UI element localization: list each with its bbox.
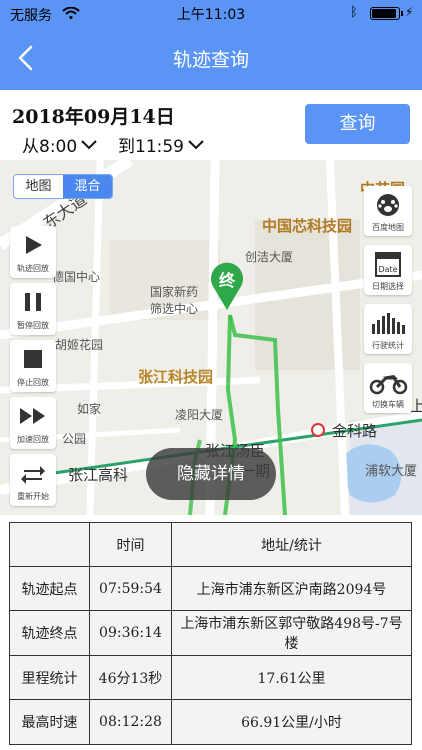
row-label: 里程统计 — [9, 655, 90, 700]
switch-vehicle-label: 切换车辆 — [372, 400, 404, 409]
clock: 上午11:03 — [176, 7, 246, 23]
bluetooth-icon: ᛒ — [350, 5, 358, 20]
poi-label: 中国芯科技园 — [262, 217, 353, 235]
date-label[interactable]: 2018年09月14日 — [12, 102, 175, 129]
table-header-cell — [9, 522, 90, 567]
poi-label: 德国中心 — [52, 270, 101, 284]
poi-label: 金科路 — [332, 422, 378, 440]
baidu-map-button[interactable]: 百度地图 — [364, 186, 412, 236]
toggle-mixed[interactable]: 混合 — [63, 175, 112, 198]
to-time-picker[interactable]: 到11:59 — [118, 132, 205, 157]
row-time: 09:36:14 — [89, 610, 172, 656]
row-label: 轨迹起点 — [9, 566, 90, 611]
end-marker[interactable]: 终 — [207, 260, 247, 312]
playback-button[interactable]: 轨迹回放 — [10, 226, 56, 278]
speed-up-button[interactable]: 加速回放 — [10, 397, 56, 449]
pause-icon — [25, 293, 41, 311]
driving-stats-label: 行驶统计 — [372, 341, 404, 350]
row-info: 上海市浦东新区沪南路2094号 — [171, 566, 412, 611]
switch-vehicle-button[interactable]: 切换车辆 — [364, 363, 412, 413]
hide-details-button[interactable]: 隐藏详情 — [146, 448, 276, 500]
to-time-label: 到11:59 — [118, 137, 184, 157]
date-select-label: 日期选择 — [372, 282, 404, 291]
query-button[interactable]: 查询 — [305, 104, 410, 144]
pause-label: 暂停回放 — [17, 321, 49, 330]
row-time: 08:12:28 — [89, 699, 172, 745]
restart-icon — [21, 466, 45, 484]
charging-icon: ⚡ — [405, 5, 414, 19]
fast-forward-icon — [20, 408, 45, 424]
table-row: 最高时速 08:12:28 66.91公里/小时 — [9, 699, 412, 745]
poi-label: 浦软大厦 — [365, 464, 418, 479]
play-icon — [26, 236, 42, 254]
table-header-row: 时间 地址/统计 — [9, 522, 412, 567]
row-label: 轨迹终点 — [9, 610, 90, 656]
chevron-down-icon — [188, 139, 204, 149]
chevron-down-icon — [81, 139, 97, 149]
baidu-map-label: 百度地图 — [372, 223, 404, 232]
poi-label: 国家新药 — [150, 285, 199, 299]
battery-icon — [370, 7, 403, 20]
row-info: 上海市浦东新区郭守敬路498号-7号楼 — [171, 610, 412, 656]
calendar-icon: Date — [375, 252, 401, 277]
table-header-cell: 地址/统计 — [171, 522, 412, 567]
poi-label: 凌阳大厦 — [175, 408, 224, 422]
from-time-label: 从8:00 — [22, 137, 78, 157]
poi-label: 公园 — [62, 432, 87, 446]
poi-label: 胡姬花园 — [55, 338, 104, 352]
table-row: 轨迹终点 09:36:14 上海市浦东新区郭守敬路498号-7号楼 — [9, 610, 412, 656]
stop-label: 停止回放 — [17, 378, 49, 387]
map-type-toggle[interactable]: 地图 混合 — [13, 174, 113, 199]
poi-label: 张江高科 — [68, 466, 129, 484]
svg-text:Date: Date — [378, 265, 397, 274]
track-stats-table: 时间 地址/统计 轨迹起点 07:59:54 上海市浦东新区沪南路2094号 轨… — [9, 522, 412, 745]
row-label: 最高时速 — [9, 699, 90, 745]
from-time-picker[interactable]: 从8:00 — [22, 132, 98, 157]
motorcycle-icon — [369, 375, 408, 395]
row-info: 17.61公里 — [171, 655, 412, 700]
speed-up-label: 加速回放 — [17, 435, 49, 444]
poi-label: 张江科技园 — [138, 368, 214, 386]
row-time: 07:59:54 — [89, 566, 172, 611]
playback-label: 轨迹回放 — [17, 264, 49, 273]
driving-stats-button[interactable]: 行驶统计 — [364, 304, 412, 354]
stop-button[interactable]: 停止回放 — [10, 340, 56, 392]
poi-label: 如家 — [77, 402, 102, 416]
stop-icon — [24, 350, 42, 368]
date-select-button[interactable]: Date 日期选择 — [364, 245, 412, 295]
table-row: 轨迹起点 07:59:54 上海市浦东新区沪南路2094号 — [9, 566, 412, 611]
navigation-bar: 轨迹查询 — [0, 26, 422, 90]
end-marker-label: 终 — [218, 271, 235, 290]
table-row: 里程统计 46分13秒 17.61公里 — [9, 655, 412, 700]
toggle-map[interactable]: 地图 — [14, 175, 63, 198]
status-bar: 无服务 上午11:03 ᛒ ⚡ — [0, 0, 422, 26]
row-time: 46分13秒 — [89, 655, 172, 700]
poi-label: 筛选中心 — [150, 302, 199, 316]
restart-label: 重新开始 — [17, 492, 49, 501]
page-title: 轨迹查询 — [172, 49, 249, 71]
bar-chart-icon — [372, 313, 405, 334]
pause-button[interactable]: 暂停回放 — [10, 283, 56, 335]
baidu-paw-icon — [377, 194, 399, 216]
restart-button[interactable]: 重新开始 — [10, 454, 56, 506]
row-info: 66.91公里/小时 — [171, 699, 412, 745]
poi-label: 创洁大厦 — [245, 250, 294, 264]
table-header-cell: 时间 — [89, 522, 172, 567]
